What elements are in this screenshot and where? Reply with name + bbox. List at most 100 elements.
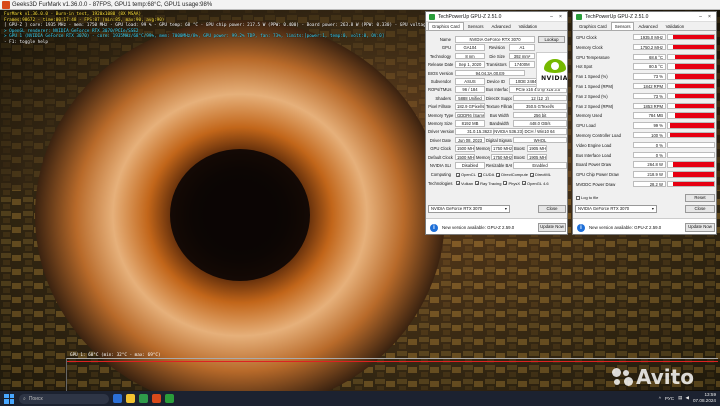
reset-button[interactable]: Reset xyxy=(685,194,715,202)
tab-graphics-card[interactable]: Graphics Card xyxy=(575,22,611,30)
sensors-gpu-select-dropdown[interactable]: NVIDIA GeForce RTX 3070 ▾ xyxy=(575,205,657,213)
sensor-label: Fan 1 Speed (RPM) xyxy=(576,84,614,89)
field-pixel: 182.9 GPixel/s xyxy=(455,103,485,110)
close-button[interactable]: Close xyxy=(538,205,566,213)
tab-validation[interactable]: Validation xyxy=(662,22,689,30)
gpuz-sensors-window: TechPowerUp GPU-Z 2.51.0 – × Graphics Car… xyxy=(572,11,717,235)
sensor-graph xyxy=(667,161,715,168)
furmark-app-icon xyxy=(2,1,10,9)
gpuz-sensors-tabs: Graphics Card Sensors Advanced Validation xyxy=(573,22,716,31)
computing-checkbox[interactable]: ✓ OpenCL xyxy=(456,172,476,177)
field-rebar: Enabled xyxy=(513,162,567,169)
network-icon[interactable]: ▤ xyxy=(678,395,682,401)
windows-start-icon[interactable] xyxy=(4,393,14,404)
volume-icon[interactable]: ◀ xyxy=(685,395,689,401)
sensors-close-button[interactable]: Close xyxy=(685,205,715,213)
field-dig-sig-label: Digital Signature xyxy=(486,137,512,143)
computing-checkbox[interactable]: ✓ DirectML xyxy=(529,172,551,177)
technologies-checkbox[interactable]: ✓ Vulkan xyxy=(456,181,473,186)
field-bus-width: 256 bit xyxy=(513,111,567,119)
system-tray: ^ РУС ▤ ◀ 13:59 07.08.2024 xyxy=(659,392,716,404)
technologies-checkbox[interactable]: ✓ OpenGL 4.6 xyxy=(522,181,549,186)
update-now-button[interactable]: Update Now xyxy=(538,223,566,232)
field-gpu: GA104 xyxy=(455,44,485,51)
computing-checkbox[interactable]: ✓ DirectCompute xyxy=(496,172,528,177)
field-mem-type-label: Memory Type xyxy=(428,112,454,118)
clock[interactable]: 13:59 07.08.2024 xyxy=(693,392,716,404)
tab-advanced[interactable]: Advanced xyxy=(634,22,661,30)
chevron-down-icon: ▾ xyxy=(504,206,507,211)
field-rebar-label: Resizable BAR xyxy=(486,163,512,168)
sensor-label: Fan 1 Speed (%) xyxy=(576,74,608,80)
technologies-checkbox[interactable]: ✓ PhysX xyxy=(503,181,520,186)
field-texture: 350.5 GTexel/s xyxy=(513,103,567,110)
tab-sensors[interactable]: Sensors xyxy=(464,22,488,30)
sensor-graph xyxy=(667,63,715,70)
sensor-graph-fill xyxy=(674,103,714,108)
taskbar-search[interactable]: ⌕ Поиск xyxy=(19,393,109,404)
sensor-graph xyxy=(667,102,715,109)
technologies-label: Technologies xyxy=(428,180,453,186)
tab-advanced[interactable]: Advanced xyxy=(487,22,514,30)
task-view-icon[interactable] xyxy=(113,394,122,403)
info-icon: i xyxy=(430,223,438,232)
field-mem-size-label: Memory Size xyxy=(428,121,453,126)
sensor-value: 100 % xyxy=(633,132,666,139)
nvidia-logo-word: NVIDIA xyxy=(541,75,568,82)
tab-graphics-card[interactable]: Graphics Card xyxy=(428,22,464,30)
log-to-file-checkbox[interactable]: Log to file xyxy=(576,195,600,201)
technologies-checkbox[interactable]: ✓ Ray Tracing xyxy=(475,181,501,186)
field-bios: 94.04.3A.00.E9 xyxy=(455,69,525,77)
browser-icon[interactable] xyxy=(139,394,148,403)
avito-logo-icon xyxy=(612,368,634,386)
gpu-select-dropdown[interactable]: NVIDIA GeForce RTX 3070 ▾ xyxy=(428,205,510,213)
sensor-graph xyxy=(667,112,715,119)
sensor-graph xyxy=(667,141,715,149)
sensor-graph-fill xyxy=(674,93,714,99)
gpuz-card-tabs: Graphics Card Sensors Advanced Validation xyxy=(426,22,567,31)
file-explorer-icon[interactable] xyxy=(126,394,135,403)
sensor-label: Hot Spot xyxy=(576,64,593,70)
sensor-value: 1853 RPM xyxy=(633,102,666,109)
avito-watermark-text: Avito xyxy=(636,365,694,389)
sensor-value: 73 % xyxy=(633,73,666,80)
close-icon[interactable]: × xyxy=(556,12,565,22)
sensor-value: 0 % xyxy=(633,151,666,158)
sensor-value: 0 % xyxy=(633,141,666,149)
field-sli: Disabled xyxy=(455,162,485,169)
tab-sensors[interactable]: Sensors xyxy=(610,22,635,30)
close-icon[interactable]: × xyxy=(705,12,714,22)
gpuz-taskbar-icon[interactable] xyxy=(165,394,174,403)
sensor-label: Fan 2 Speed (RPM) xyxy=(576,103,614,109)
chevron-up-icon[interactable]: ^ xyxy=(659,396,661,401)
sensor-graph xyxy=(667,122,715,129)
sensor-graph xyxy=(667,73,715,80)
sensor-label: GPU Temperature xyxy=(576,54,610,60)
furmark-overlay: FurMark v1.36.0.0 - Burn-in test, 1920x1… xyxy=(4,12,452,46)
field-boost-label: Boost xyxy=(514,146,525,152)
sensor-label: GPU Load xyxy=(576,123,596,129)
sensor-label: Fan 2 Speed (%) xyxy=(576,93,608,99)
field-die-size: 392 mm² xyxy=(509,52,535,60)
field-revision-label: Revision xyxy=(488,45,505,51)
field-technology-label: Technology xyxy=(429,53,451,59)
sensor-graph-fill xyxy=(672,162,714,167)
field-dig-sig: WHQL xyxy=(513,136,567,144)
language-indicator[interactable]: РУС xyxy=(665,396,674,401)
minimize-icon[interactable]: – xyxy=(547,12,556,22)
field-bandwidth: 448.0 GB/s xyxy=(513,120,567,127)
minimize-icon[interactable]: – xyxy=(696,12,705,22)
lookup-button[interactable]: Lookup xyxy=(538,36,565,43)
tab-validation[interactable]: Validation xyxy=(515,22,542,30)
gpuz-app-icon xyxy=(576,13,582,20)
sensors-update-now-button[interactable]: Update Now xyxy=(685,223,715,232)
nvidia-eye-icon xyxy=(543,59,566,73)
sensor-label: Memory Used xyxy=(576,113,603,119)
computing-checkbox[interactable]: ✓ CUDA xyxy=(477,172,494,177)
sensor-value: 28.2 W xyxy=(633,181,666,188)
furmark-taskbar-icon[interactable] xyxy=(152,394,161,403)
field-bios-label: BIOS Version xyxy=(428,70,454,76)
sensor-label: GPU Chip Power Draw xyxy=(576,172,619,178)
field-technology: 8 nm xyxy=(455,52,485,60)
field-die-size-label: Die Size xyxy=(489,53,505,59)
